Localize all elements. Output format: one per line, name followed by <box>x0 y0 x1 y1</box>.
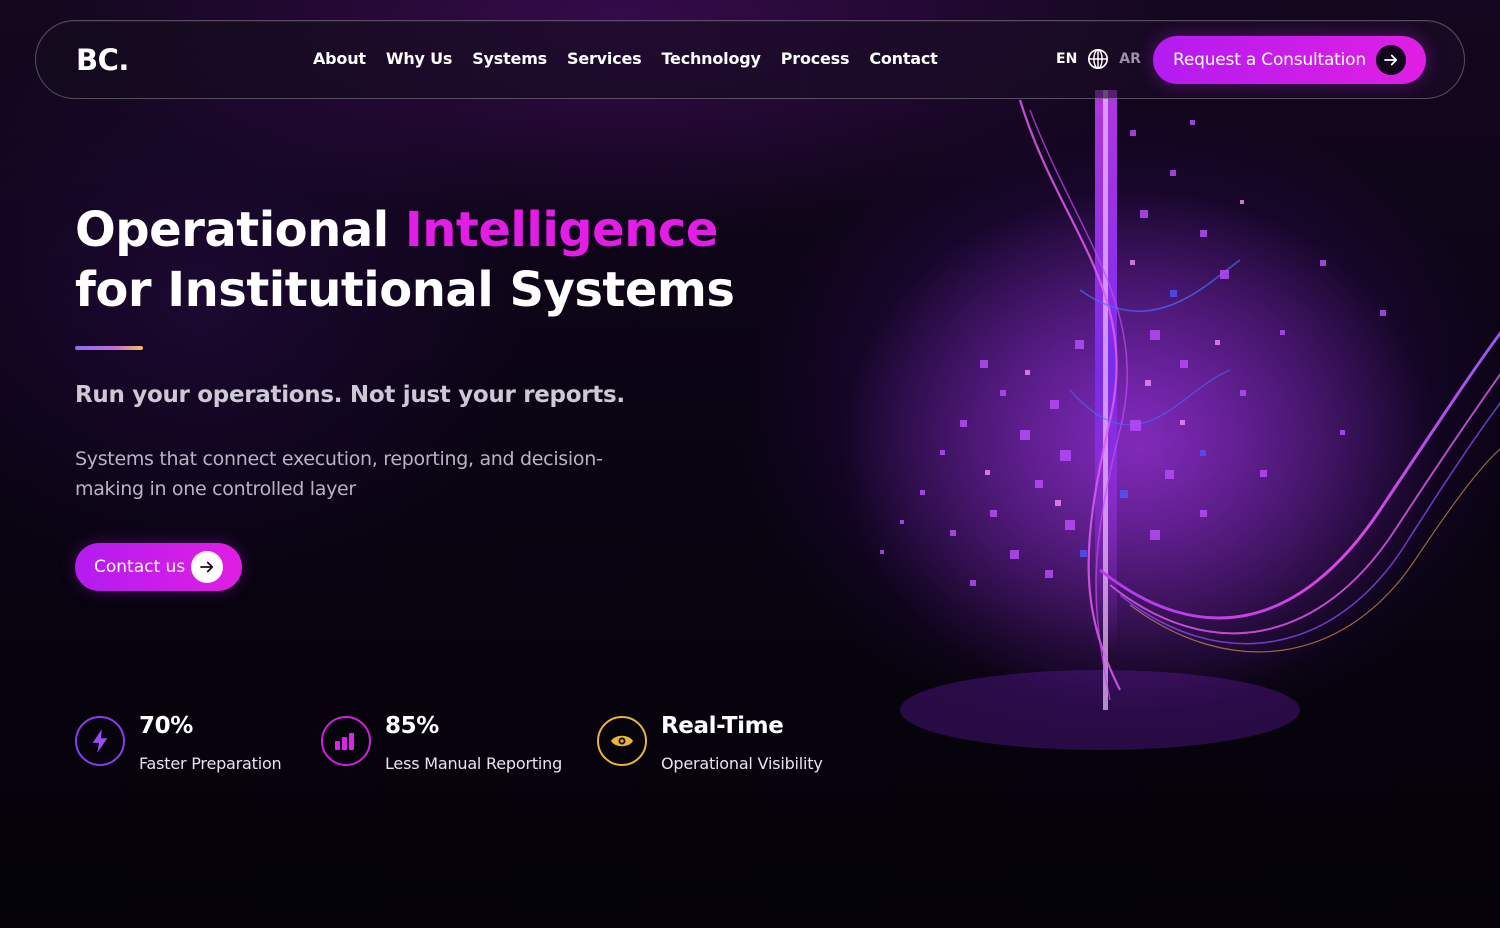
nav-link-why-us[interactable]: Why Us <box>386 49 453 68</box>
lang-en-option[interactable]: EN <box>1056 51 1077 67</box>
globe-icon[interactable] <box>1087 48 1109 70</box>
contact-us-button[interactable]: Contact us <box>75 543 242 591</box>
eye-icon <box>597 716 647 766</box>
main-menu: About Why Us Systems Services Technology… <box>313 49 958 68</box>
lightning-icon <box>75 716 125 766</box>
headline-line-2: for Institutional Systems <box>75 262 735 318</box>
hero-artwork <box>840 90 1500 750</box>
stat-value: Real-Time <box>661 713 784 739</box>
stat-value: 70% <box>139 713 193 739</box>
request-consultation-label: Request a Consultation <box>1173 50 1366 70</box>
arrow-right-icon <box>1376 45 1406 75</box>
request-consultation-button[interactable]: Request a Consultation <box>1153 36 1426 84</box>
nav-link-process[interactable]: Process <box>781 49 850 68</box>
nav-link-services[interactable]: Services <box>567 49 642 68</box>
top-navigation-bar: BC. About Why Us Systems Services Techno… <box>35 20 1465 99</box>
headline-divider <box>75 346 143 350</box>
arrow-right-icon <box>191 551 223 583</box>
contact-us-label: Contact us <box>94 557 186 577</box>
nav-link-about[interactable]: About <box>313 49 366 68</box>
stat-caption: Less Manual Reporting <box>385 754 563 773</box>
hero-headline-block: Operational Intelligence for Institution… <box>75 200 735 320</box>
headline-accent: Intelligence <box>404 202 718 258</box>
bar-chart-icon <box>321 716 371 766</box>
nav-link-systems[interactable]: Systems <box>472 49 547 68</box>
stat-value: 85% <box>385 713 439 739</box>
hero-headline: Operational Intelligence for Institution… <box>75 200 735 320</box>
stat-caption: Faster Preparation <box>139 754 282 773</box>
hero-description: Systems that connect execution, reportin… <box>75 448 603 500</box>
language-switcher: EN AR <box>1056 48 1141 70</box>
headline-part-1: Operational <box>75 202 405 258</box>
brand-logo[interactable]: BC. <box>76 43 129 77</box>
nav-link-technology[interactable]: Technology <box>661 49 760 68</box>
lang-ar-option[interactable]: AR <box>1119 51 1141 67</box>
nav-link-contact[interactable]: Contact <box>869 49 938 68</box>
hero-tagline: Run your operations. Not just your repor… <box>75 382 625 408</box>
stat-caption: Operational Visibility <box>661 754 823 773</box>
